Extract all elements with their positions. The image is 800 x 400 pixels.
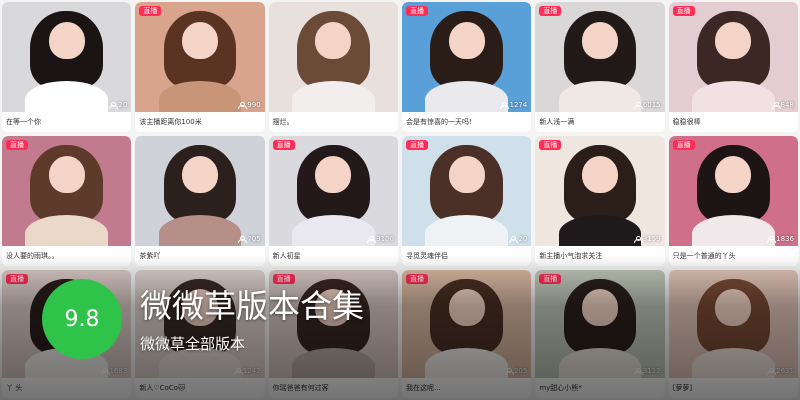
stream-thumbnail (2, 2, 132, 112)
stream-thumbnail (268, 136, 398, 246)
viewer-icon (509, 236, 519, 243)
streamer-body-shape (158, 215, 242, 246)
live-badge: 直播 (539, 6, 562, 16)
viewer-icon (633, 102, 643, 109)
app-subtitle: 微微草全部版本 (140, 335, 246, 353)
streamer-face-shape (581, 21, 619, 60)
viewer-icon (767, 236, 777, 243)
viewer-count-value: 1836 (776, 235, 794, 243)
streamer-body-shape (425, 81, 509, 112)
stream-title: 在等一个你 (2, 112, 132, 132)
streamer-body-shape (558, 81, 642, 112)
viewer-icon (500, 102, 510, 109)
viewer-count: 3100 (367, 235, 394, 244)
stream-thumbnail (2, 136, 132, 246)
stream-card[interactable]: 直播 848 稳稳很棒 (668, 2, 798, 132)
live-badge: 直播 (405, 6, 428, 16)
live-badge: 直播 (672, 140, 695, 150)
streamer-face-shape (315, 21, 352, 60)
stream-thumbnail (401, 136, 532, 246)
viewer-count: 1836 (767, 235, 794, 244)
viewer-icon (109, 102, 119, 109)
viewer-count: 20 (109, 101, 127, 110)
stream-card[interactable]: 直播3159新主播小气泡求关注 (535, 136, 665, 266)
stream-card[interactable]: 直播 1274 会是有惊喜的一天吗! (401, 2, 532, 132)
viewer-count: 20 (509, 235, 527, 244)
stream-thumbnail (135, 136, 265, 246)
stream-card[interactable]: 20 在等一个你 (2, 2, 132, 132)
streamer-face-shape (181, 155, 219, 194)
viewer-icon (367, 236, 377, 243)
streamer-body-shape (691, 215, 775, 246)
stream-title: 稳稳很棒 (668, 112, 798, 132)
streamer-body-shape (558, 215, 642, 246)
stream-thumbnail (535, 2, 665, 112)
viewer-count: 3159 (633, 235, 661, 244)
stream-thumbnail (535, 136, 665, 246)
streamer-face-shape (315, 155, 352, 194)
live-badge: 直播 (139, 6, 162, 16)
stream-thumbnail (135, 2, 265, 112)
stream-title: 摆烂。 (268, 112, 398, 132)
viewer-count: 6015 (633, 101, 661, 110)
viewer-count: 705 (238, 235, 261, 244)
viewer-icon (633, 236, 643, 243)
viewer-count-value: 20 (518, 235, 528, 243)
app-collection-banner: 20 在等一个你 直播 990 该主播距离你100米 摆烂。 直播 1274 会是有惊喜的一天吗… (0, 0, 800, 400)
stream-thumbnail (668, 2, 798, 112)
stream-card[interactable]: 直播20寻觅灵魂伴侣 (401, 136, 532, 266)
rating-badge: 9.8 (42, 279, 122, 359)
streamer-face-shape (448, 155, 485, 194)
stream-title: 该主播距离你100米 (135, 112, 265, 132)
viewer-icon (771, 102, 781, 109)
viewer-count-value: 848 (780, 101, 794, 109)
viewer-count-value: 3100 (376, 235, 394, 243)
live-badge: 直播 (539, 140, 562, 150)
stream-card[interactable]: 直播 6015 新人浅一满 (535, 2, 665, 132)
stream-card[interactable]: 直播没人要的雨琪。。 (2, 136, 132, 266)
streamer-body-shape (25, 81, 109, 112)
live-badge: 直播 (6, 140, 28, 150)
viewer-count-value: 990 (247, 101, 261, 109)
viewer-icon (238, 236, 248, 243)
streamer-face-shape (181, 21, 219, 60)
viewer-count-value: 3159 (642, 235, 661, 243)
live-badge: 直播 (405, 140, 428, 150)
streamer-body-shape (25, 215, 109, 246)
viewer-count-value: 6015 (642, 101, 661, 109)
stream-card[interactable]: 直播3100新人初星 (268, 136, 398, 266)
streamer-body-shape (291, 81, 375, 112)
stream-card[interactable]: 直播 990 该主播距离你100米 (135, 2, 265, 132)
streamer-face-shape (715, 155, 752, 194)
live-badge: 直播 (272, 140, 295, 150)
stream-thumbnail (268, 2, 398, 112)
viewer-count-value: 20 (118, 101, 128, 109)
streamer-body-shape (691, 81, 775, 112)
viewer-icon (238, 102, 248, 109)
viewer-count: 990 (238, 101, 261, 110)
streamer-face-shape (48, 155, 85, 194)
viewer-count: 848 (771, 101, 794, 110)
stream-card[interactable]: 705茶紫吖 (135, 136, 265, 266)
live-badge: 直播 (672, 6, 695, 16)
stream-card[interactable]: 摆烂。 (268, 2, 398, 132)
stream-card[interactable]: 直播1836只是一个普通的丫头 (668, 136, 798, 266)
viewer-count-value: 1274 (509, 101, 528, 109)
stream-thumbnail (668, 136, 798, 246)
streamer-body-shape (158, 81, 242, 112)
streamer-face-shape (715, 21, 752, 60)
stream-title: 新人浅一满 (535, 112, 665, 132)
streamer-body-shape (425, 215, 509, 246)
streamer-face-shape (581, 155, 619, 194)
viewer-count-value: 705 (247, 235, 261, 243)
streamer-face-shape (48, 21, 85, 60)
streamer-face-shape (448, 21, 485, 60)
stream-title: 会是有惊喜的一天吗! (401, 112, 532, 132)
app-title: 微微草版本合集 (140, 287, 365, 325)
viewer-count: 1274 (500, 101, 527, 110)
streamer-body-shape (291, 215, 375, 246)
stream-thumbnail (401, 2, 532, 112)
